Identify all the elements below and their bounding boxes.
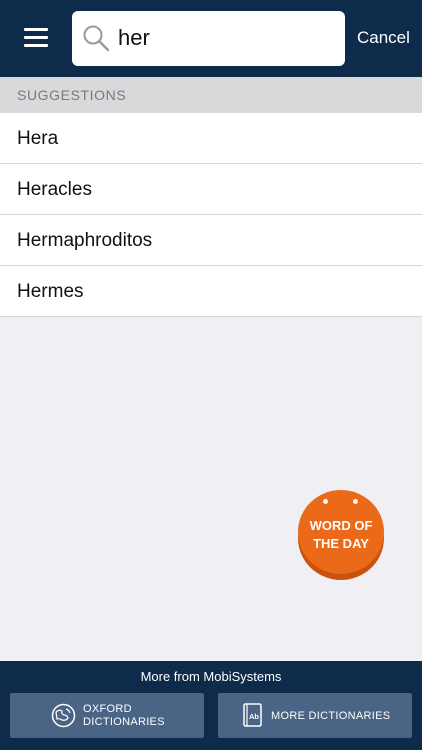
calendar-ring-left <box>323 499 328 504</box>
more-dictionaries-button[interactable]: Ab MORE DICTIONARIES <box>218 693 412 738</box>
globe-icon <box>51 703 76 728</box>
search-input[interactable] <box>118 19 333 57</box>
oxford-dictionaries-label: OXFORD DICTIONARIES <box>83 703 165 729</box>
cancel-button[interactable]: Cancel <box>357 28 410 48</box>
book-icon: Ab <box>243 703 262 727</box>
search-icon <box>83 25 110 52</box>
oxford-label-line2: DICTIONARIES <box>83 716 165 728</box>
menu-bar-bottom <box>24 44 48 47</box>
word-of-the-day-line1: WORD OF <box>309 518 373 533</box>
suggestions-header: SUGGESTIONS <box>0 77 422 113</box>
oxford-dictionaries-button[interactable]: OXFORD DICTIONARIES <box>10 693 204 738</box>
search-box[interactable] <box>72 11 345 66</box>
calendar-ring-right <box>353 499 358 504</box>
oxford-label-line1: OXFORD <box>83 703 132 715</box>
menu-bar-middle <box>24 36 48 39</box>
footer: More from MobiSystems OXFORD DICTIONARIE… <box>0 661 422 750</box>
menu-bar-top <box>24 28 48 31</box>
suggestion-item[interactable]: Hera <box>0 113 422 164</box>
menu-button[interactable] <box>24 28 48 48</box>
word-of-the-day-button[interactable]: WORD OF THE DAY <box>298 490 384 580</box>
top-bar: Cancel <box>0 0 422 77</box>
footer-title: More from MobiSystems <box>140 669 282 684</box>
word-of-the-day-badge: WORD OF THE DAY <box>298 490 384 574</box>
suggestions-list: Hera Heracles Hermaphroditos Hermes <box>0 113 422 317</box>
word-of-the-day-label: WORD OF THE DAY <box>298 517 384 553</box>
suggestion-item[interactable]: Heracles <box>0 164 422 215</box>
svg-text:Ab: Ab <box>249 712 259 721</box>
word-of-the-day-line2: THE DAY <box>313 536 369 551</box>
suggestion-item[interactable]: Hermes <box>0 266 422 317</box>
more-dictionaries-label: MORE DICTIONARIES <box>271 710 391 722</box>
suggestion-item[interactable]: Hermaphroditos <box>0 215 422 266</box>
